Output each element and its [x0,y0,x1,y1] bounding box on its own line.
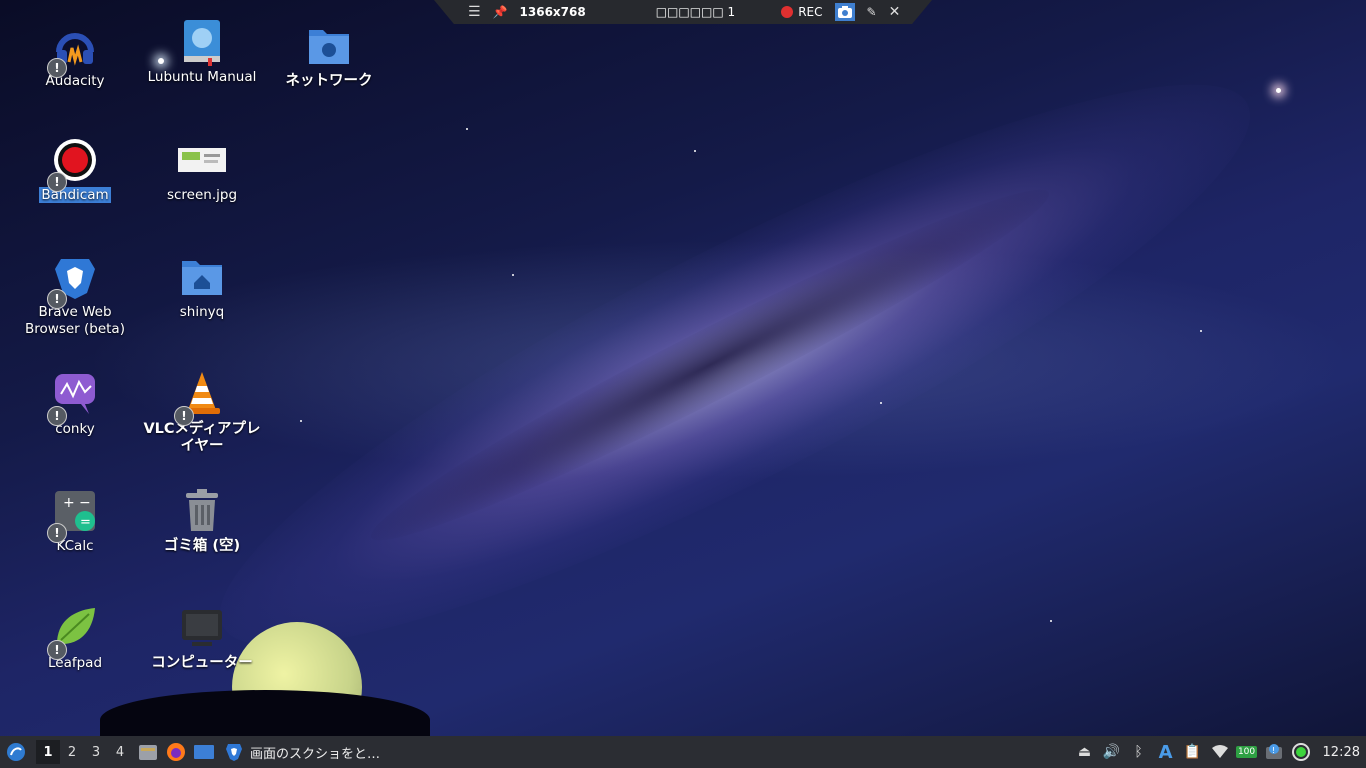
notification-icon[interactable]: ! [1262,740,1286,764]
icon-label: Leafpad [47,655,103,671]
star [880,402,882,404]
resolution-label: 1366x768 [519,5,586,19]
pin-icon[interactable]: 📌 [493,5,508,19]
star [1050,620,1052,622]
battery-level: 100 [1235,746,1258,758]
desktop-icon-audacity[interactable]: ! Audacity [15,22,135,90]
calculator-icon: + − = ! [47,487,99,543]
rec-button[interactable]: REC [781,5,823,19]
desktop-icon-network[interactable]: ネットワーク [269,22,389,90]
workspace-4[interactable]: 4 [108,740,132,764]
icon-label: shinyq [179,304,225,320]
desktop-icon-computer[interactable]: コンピューター [142,604,262,672]
desktop-icon-leafpad[interactable]: ! Leafpad [15,604,135,672]
lubuntu-start-icon[interactable] [4,740,28,764]
leafpad-icon: ! [47,604,99,660]
vlc-icon: ! [174,370,226,426]
file-manager-icon[interactable] [136,740,160,764]
desktop-icon-conky[interactable]: ! conky [15,370,135,438]
eject-icon[interactable]: ⏏ [1073,740,1097,764]
warning-badge: ! [174,406,194,426]
bright-star [1276,88,1281,93]
icon-label: Audacity [45,73,105,89]
show-desktop-icon[interactable] [192,740,216,764]
warning-badge: ! [47,289,67,309]
clipboard-icon[interactable]: 📋 [1181,740,1205,764]
menu-icon[interactable]: ☰ [468,4,481,20]
rec-label: REC [798,5,823,19]
warning-badge: ! [47,58,67,78]
star [300,420,302,422]
desktop-icon-brave[interactable]: ! Brave Web Browser (beta) [15,253,135,338]
camera-icon[interactable] [834,3,855,21]
warning-badge: ! [47,172,67,192]
workspace-2[interactable]: 2 [60,740,84,764]
icon-label: KCalc [56,538,94,554]
svg-text:=: = [80,515,91,530]
close-icon[interactable]: ✕ [889,4,901,20]
bluetooth-icon[interactable]: ᛒ [1127,740,1151,764]
svg-text:+: + [63,495,75,511]
manual-icon [178,18,226,66]
task-title: 画面のスクショをと… [250,746,381,762]
desktop-icon-vlc[interactable]: ! VLCメディアプレイヤー [142,370,262,455]
star [1200,330,1202,332]
workspace-3[interactable]: 3 [84,740,108,764]
wifi-icon[interactable] [1208,740,1232,764]
audacity-icon: ! [47,22,99,78]
record-status-icon[interactable] [1289,740,1313,764]
taskbar-window-button[interactable]: 画面のスクショをと… [222,740,380,764]
network-folder-icon [305,22,353,70]
conky-icon: ! [47,370,99,426]
icon-label: ゴミ箱 (空) [163,538,241,554]
desktop-icon-lubuntu-manual[interactable]: Lubuntu Manual [142,18,262,86]
battery-icon[interactable]: 100 [1235,740,1259,764]
system-tray: ⏏ 🔊 ᛒ A 📋 100 ! 12:28 [1070,736,1366,768]
bandicam-window-icon [222,740,246,764]
clock[interactable]: 12:28 [1323,745,1360,760]
firefox-icon[interactable] [164,740,188,764]
capture-toolbar: ☰ 📌 1366x768 □□□□□□ 1 REC ✎ ✕ [434,0,932,24]
star [466,128,468,130]
image-file-icon [178,136,226,184]
desktop-icon-trash[interactable]: ゴミ箱 (空) [142,487,262,555]
svg-text:−: − [79,495,91,511]
icon-label: Lubuntu Manual [147,69,257,85]
brave-icon: ! [47,253,99,309]
tree-silhouette [100,690,430,736]
star [694,150,696,152]
desktop-icon-shinyq[interactable]: shinyq [142,253,262,321]
input-method-icon[interactable]: A [1154,740,1178,764]
record-icon [781,6,794,18]
bandicam-icon: ! [47,136,99,192]
icon-label: VLCメディアプレイヤー [143,421,261,454]
workspace-1[interactable]: 1 [36,740,60,764]
trash-icon [178,487,226,535]
computer-icon [178,604,226,652]
volume-icon[interactable]: 🔊 [1100,740,1124,764]
pencil-icon[interactable]: ✎ [867,5,877,19]
svg-text:!: ! [1272,746,1275,755]
icon-label: ネットワーク [285,73,373,89]
warning-badge: ! [47,640,67,660]
desktop-icon-bandicam[interactable]: ! Bandicam [15,136,135,204]
taskbar: 1 2 3 4 画面のスクショをと… ⏏ 🔊 ᛒ A 📋 100 ! 12:28 [0,736,1366,768]
icon-label: screen.jpg [166,187,238,203]
warning-badge: ! [47,523,67,543]
warning-badge: ! [47,406,67,426]
icon-label: Brave Web Browser (beta) [25,304,125,337]
workspace-switcher: 1 2 3 4 [36,740,132,764]
icon-label: conky [55,421,95,437]
capture-mode-label[interactable]: □□□□□□ 1 [656,5,735,19]
icon-label: コンピューター [151,655,253,671]
home-folder-icon [178,253,226,301]
desktop-icon-screen-jpg[interactable]: screen.jpg [142,136,262,204]
icon-label: Bandicam [15,187,135,204]
desktop-icon-kcalc[interactable]: + − = ! KCalc [15,487,135,555]
star [512,274,514,276]
